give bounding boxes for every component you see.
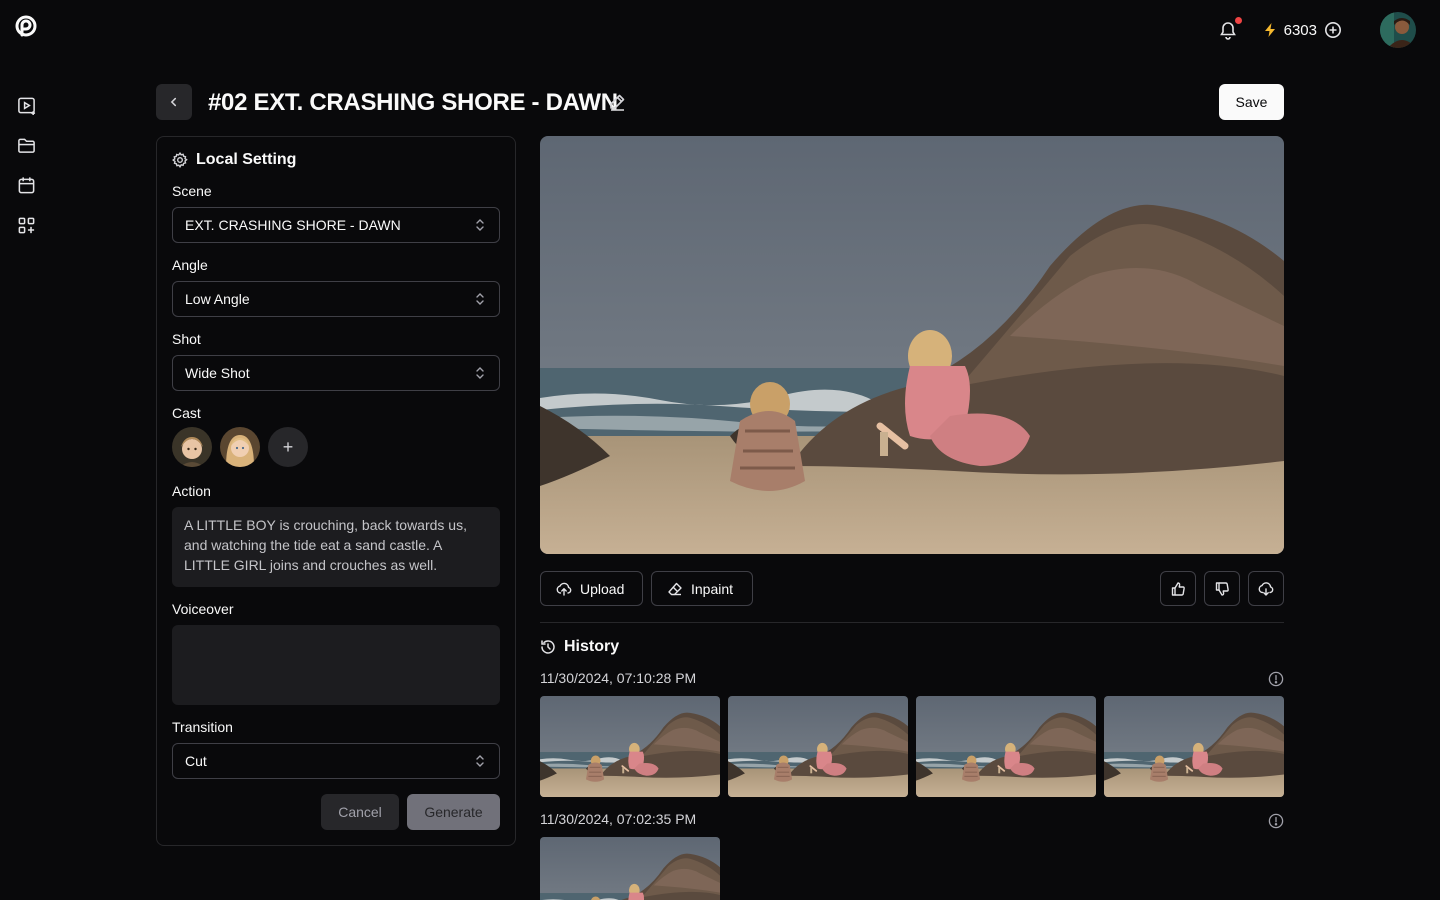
history-clock-icon — [541, 640, 555, 654]
brand-logo-icon[interactable] — [15, 15, 37, 37]
angle-label: Angle — [172, 257, 208, 273]
scene-value: EXT. CRASHING SHORE - DAWN — [185, 217, 401, 233]
generated-image-preview[interactable] — [540, 136, 1284, 554]
chevrons-up-down-icon — [476, 293, 484, 305]
notifications-button[interactable] — [1218, 17, 1242, 40]
download-cloud-icon — [1258, 581, 1274, 596]
user-avatar[interactable] — [1380, 12, 1416, 48]
section-divider — [540, 622, 1284, 623]
history-thumbnail[interactable] — [1104, 696, 1284, 797]
apps-add-icon — [18, 217, 34, 233]
upload-label: Upload — [580, 580, 625, 597]
scene-select[interactable]: EXT. CRASHING SHORE - DAWN — [172, 207, 500, 243]
thumbs-down-button[interactable] — [1204, 571, 1240, 606]
back-button[interactable] — [156, 84, 192, 120]
history-thumbnail[interactable] — [728, 696, 908, 797]
angle-select[interactable]: Low Angle — [172, 281, 500, 317]
sidebar-item-projects[interactable] — [16, 135, 36, 155]
lightning-bolt-icon — [1264, 23, 1275, 37]
action-textarea[interactable]: A LITTLE BOY is crouching, back towards … — [172, 507, 500, 587]
transition-value: Cut — [185, 753, 207, 769]
thumbs-up-button[interactable] — [1160, 571, 1196, 606]
upload-button[interactable]: Upload — [540, 571, 643, 606]
add-credits-icon[interactable] — [1324, 21, 1342, 39]
voiceover-label: Voiceover — [172, 601, 234, 617]
download-button[interactable] — [1248, 571, 1284, 606]
gear-icon — [172, 152, 188, 168]
history-timestamp: 11/30/2024, 07:02:35 PM — [540, 811, 697, 827]
notification-dot — [1234, 17, 1242, 24]
sidebar — [16, 95, 36, 235]
upload-cloud-icon — [556, 582, 572, 596]
history-header: History — [540, 638, 619, 656]
credits-display: 6303 — [1262, 21, 1342, 39]
inpaint-label: Inpaint — [691, 580, 734, 597]
cancel-button[interactable]: Cancel — [321, 794, 399, 830]
local-setting-panel: Local Setting Scene EXT. CRASHING SHORE … — [156, 136, 516, 846]
calendar-icon — [18, 176, 34, 193]
history-title: History — [564, 638, 620, 655]
folder-icon — [17, 138, 35, 153]
sidebar-item-calendar[interactable] — [16, 175, 36, 195]
thumbs-down-icon — [1215, 581, 1229, 596]
generate-button[interactable]: Generate — [407, 794, 500, 830]
cast-label: Cast — [172, 405, 201, 421]
panel-header: Local Setting — [172, 151, 296, 169]
history-timestamp: 11/30/2024, 07:10:28 PM — [540, 670, 697, 686]
credits-count: 6303 — [1283, 21, 1317, 39]
scene-label: Scene — [172, 183, 212, 199]
page-title: #02 EXT. CRASHING SHORE - DAWN — [208, 89, 618, 116]
cast-avatar-boy[interactable] — [172, 427, 212, 467]
shot-select[interactable]: Wide Shot — [172, 355, 500, 391]
sidebar-item-videos[interactable] — [16, 95, 36, 115]
history-thumbnail[interactable] — [916, 696, 1096, 797]
action-label: Action — [172, 483, 211, 499]
add-cast-button[interactable]: + — [268, 427, 308, 467]
eraser-icon — [668, 582, 682, 595]
transition-select[interactable]: Cut — [172, 743, 500, 779]
panel-title: Local Setting — [196, 151, 297, 168]
chevrons-up-down-icon — [476, 367, 484, 379]
angle-value: Low Angle — [185, 291, 250, 307]
chevrons-up-down-icon — [476, 755, 484, 767]
inpaint-button[interactable]: Inpaint — [651, 571, 753, 606]
chevrons-up-down-icon — [476, 219, 484, 231]
history-thumbnail[interactable] — [540, 696, 720, 797]
bell-icon — [1219, 22, 1236, 40]
save-button[interactable]: Save — [1219, 84, 1284, 120]
shot-value: Wide Shot — [185, 365, 250, 381]
edit-pencil-icon[interactable] — [608, 93, 626, 111]
cast-avatar-girl[interactable] — [220, 427, 260, 467]
topbar-actions: 6303 — [1218, 12, 1416, 48]
chevron-left-icon — [170, 97, 177, 107]
info-icon[interactable] — [1268, 813, 1284, 829]
transition-label: Transition — [172, 719, 233, 735]
shot-label: Shot — [172, 331, 201, 347]
history-thumbnail[interactable] — [540, 837, 720, 900]
info-icon[interactable] — [1268, 671, 1284, 687]
video-play-icon — [17, 97, 35, 115]
voiceover-textarea[interactable] — [172, 625, 500, 705]
thumbs-up-icon — [1171, 581, 1185, 596]
cast-list: + — [172, 427, 308, 467]
sidebar-item-apps[interactable] — [16, 215, 36, 235]
